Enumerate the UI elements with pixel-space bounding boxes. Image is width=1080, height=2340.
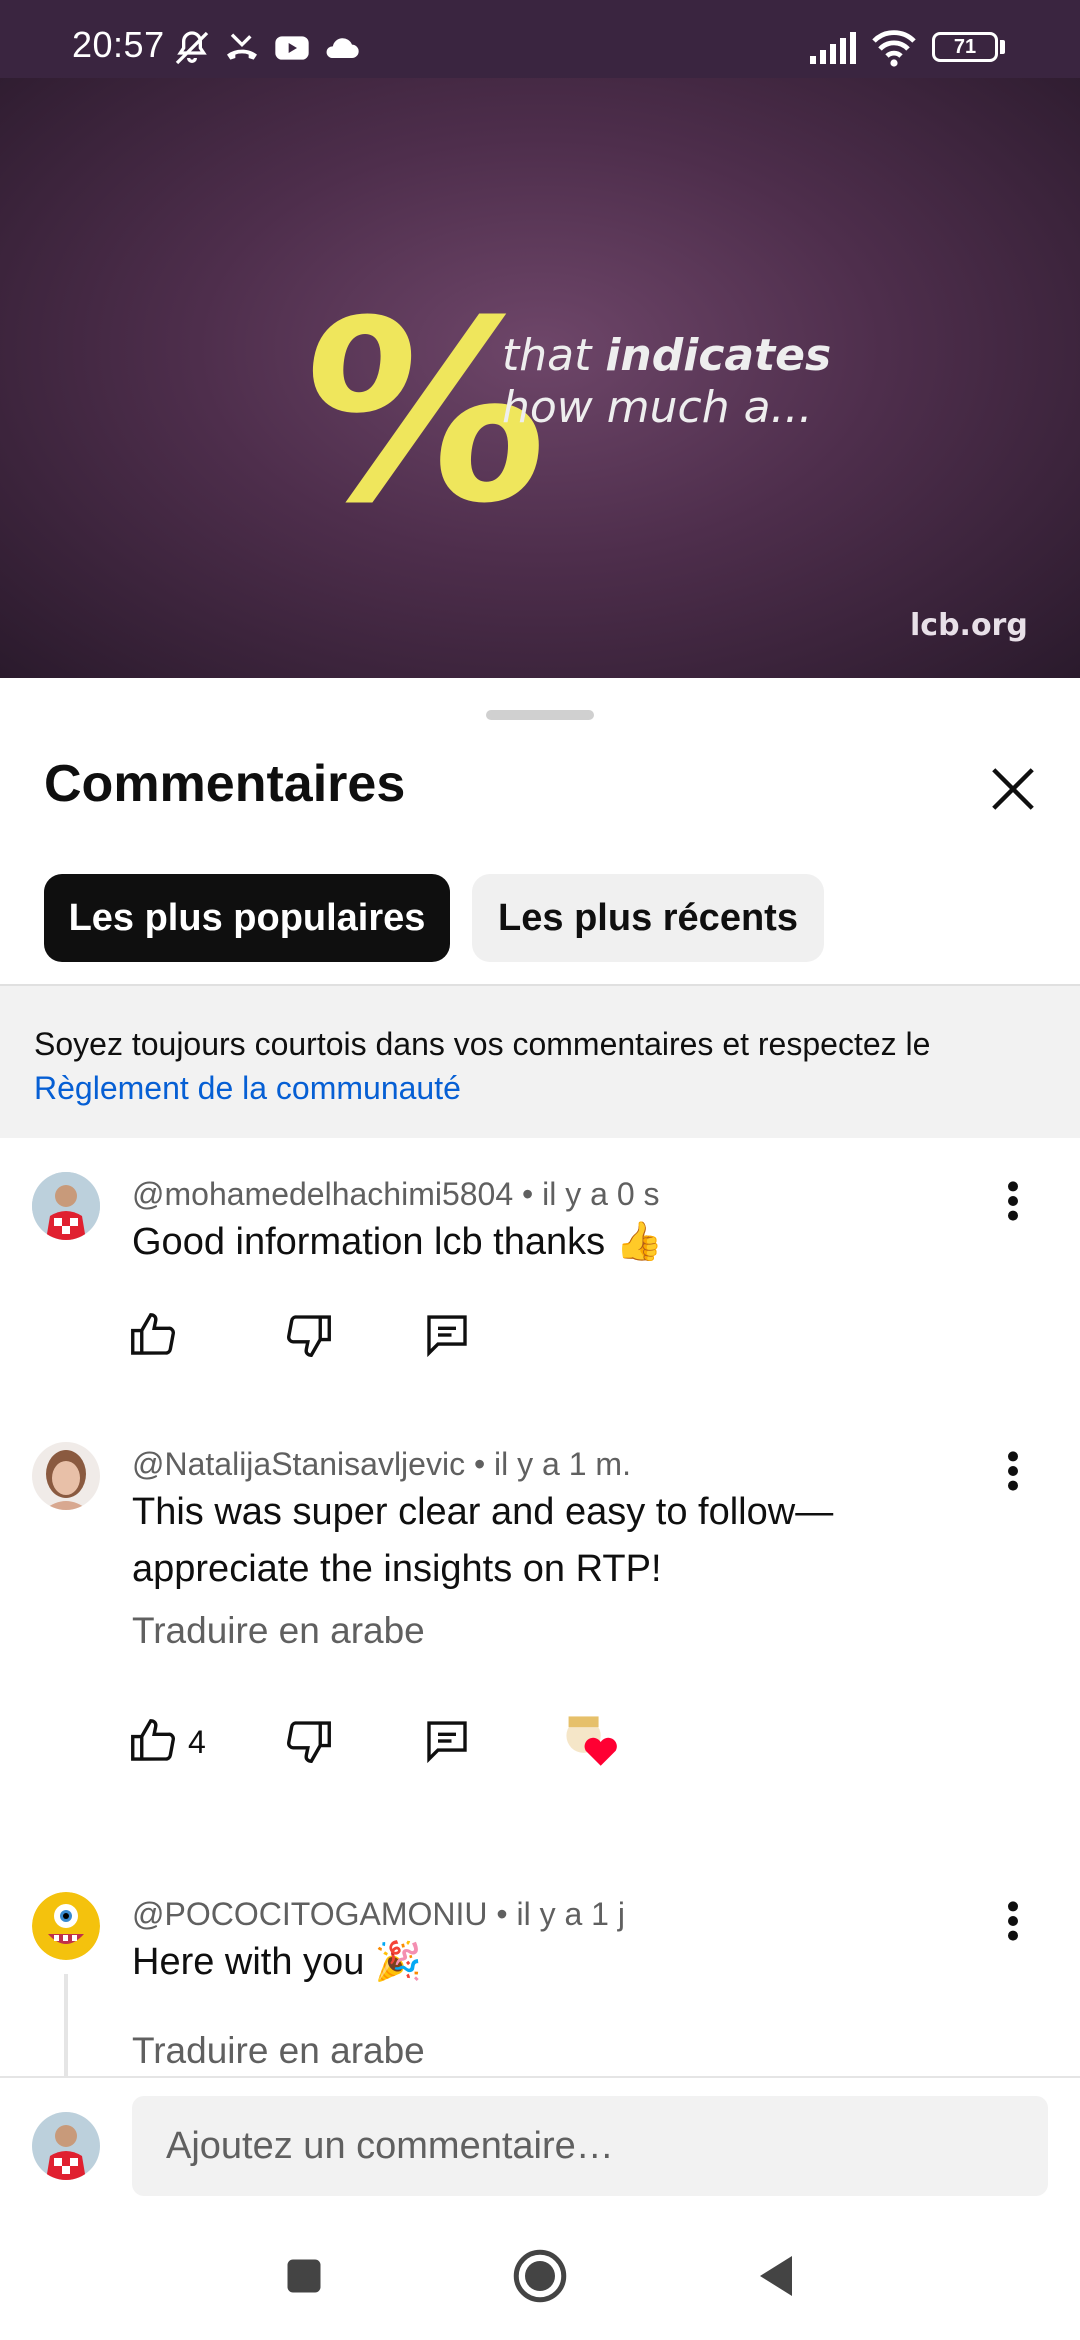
back-icon[interactable]: [752, 2252, 800, 2300]
notice-text: Soyez toujours courtois dans vos comment…: [34, 1026, 931, 1062]
reply-icon[interactable]: [420, 1308, 474, 1362]
bell-off-icon: [175, 31, 209, 65]
dislike-icon[interactable]: [282, 1308, 336, 1362]
community-notice: Soyez toujours courtois dans vos comment…: [0, 984, 1080, 1138]
avatar[interactable]: [32, 1172, 100, 1240]
comment-time: il y a 1 j: [516, 1896, 625, 1932]
video-caption-line1: that indicates: [502, 330, 832, 381]
youtube-icon: [275, 36, 309, 60]
avatar-image: [32, 2112, 100, 2180]
tab-newest-comments[interactable]: Les plus récents: [472, 874, 824, 962]
comment-input[interactable]: Ajoutez un commentaire…: [132, 2096, 1048, 2196]
battery-tip: [1000, 40, 1005, 54]
more-options-icon[interactable]: [998, 1446, 1028, 1496]
comment-item: @mohamedelhachimi5804 • il y a 0 s Good …: [0, 1156, 1080, 1416]
video-watermark: lcb.org: [910, 608, 1028, 643]
comment-author[interactable]: @mohamedelhachimi5804: [132, 1176, 513, 1212]
video-caption: that indicates how much a...: [502, 330, 831, 434]
avatar[interactable]: [32, 1442, 100, 1510]
cloud-icon: [326, 38, 359, 58]
comment-text: Good information lcb thanks 👍: [132, 1221, 664, 1263]
more-options-icon[interactable]: [998, 1896, 1028, 1946]
comment-item: @POCOCITOGAMONIU • il y a 1 j Here with …: [0, 1876, 1080, 2076]
comment-text: This was super clear and easy to follow—…: [132, 1491, 834, 1590]
comment-author[interactable]: @NatalijaStanisavljevic: [132, 1446, 465, 1482]
translate-link[interactable]: Traduire en arabe: [132, 2030, 425, 2072]
home-icon[interactable]: [510, 2246, 570, 2306]
wifi-icon: [872, 30, 916, 67]
avatar-image: [32, 1172, 100, 1240]
comment-time: il y a 0 s: [542, 1176, 660, 1212]
comment-time: il y a 1 m.: [494, 1446, 631, 1482]
sheet-title: Commentaires: [44, 755, 406, 813]
video-caption-line2: how much a...: [502, 382, 813, 433]
tab-top-comments[interactable]: Les plus populaires: [44, 874, 450, 962]
comment-meta: @POCOCITOGAMONIU • il y a 1 j: [132, 1896, 625, 1932]
drag-handle[interactable]: [486, 710, 594, 720]
like-count: 4: [188, 1724, 206, 1760]
comment-author[interactable]: @POCOCITOGAMONIU: [132, 1896, 487, 1932]
creator-heart-icon: [566, 1716, 617, 1766]
user-avatar[interactable]: [32, 2112, 100, 2180]
thread-line: [64, 1974, 68, 2076]
missed-call-icon: [227, 33, 257, 60]
reply-icon[interactable]: [420, 1714, 474, 1768]
translate-link[interactable]: Traduire en arabe: [132, 1610, 425, 1652]
avatar-image: [32, 1892, 100, 1960]
comment-composer: Ajoutez un commentaire…: [0, 2076, 1080, 2216]
more-options-icon[interactable]: [998, 1176, 1028, 1226]
video-player[interactable]: % that indicates how much a... lcb.org: [0, 78, 1080, 678]
recent-apps-icon[interactable]: [282, 2254, 326, 2298]
status-time: 20:57: [72, 24, 165, 65]
like-icon[interactable]: [126, 1714, 180, 1768]
comment-meta: @mohamedelhachimi5804 • il y a 0 s: [132, 1176, 660, 1212]
comment-text: Here with you 🎉: [132, 1941, 423, 1983]
comment-meta: @NatalijaStanisavljevic • il y a 1 m.: [132, 1446, 631, 1482]
comment-item: @NatalijaStanisavljevic • il y a 1 m. Th…: [0, 1426, 1080, 1766]
close-icon[interactable]: [980, 756, 1046, 822]
dislike-icon[interactable]: [282, 1714, 336, 1768]
status-bar: 20:57 71: [0, 0, 1080, 78]
avatar[interactable]: [32, 1892, 100, 1960]
signal-icon: [810, 32, 856, 64]
system-navbar: [0, 2216, 1080, 2340]
community-guidelines-link[interactable]: Règlement de la communauté: [34, 1070, 461, 1106]
like-icon[interactable]: [126, 1308, 180, 1362]
battery-icon: 71: [932, 32, 998, 62]
avatar-image: [32, 1442, 100, 1510]
